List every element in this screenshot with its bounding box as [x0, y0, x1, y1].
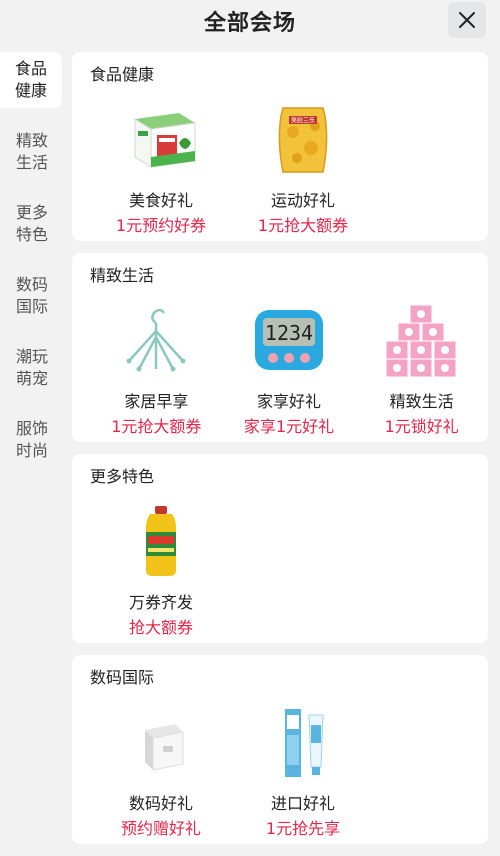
venue-name: 万券齐发 [128, 593, 193, 612]
venue-name: 进口好礼 [270, 794, 335, 813]
venue-list: 食品健康 美食好礼 1元预约好券 笑脸三乐 运动好礼 1元抢大额券 精致生活 家… [72, 52, 488, 856]
section-title: 食品健康 [90, 65, 155, 84]
venue-name: 家享好礼 [257, 392, 322, 411]
sidebar-item-label: 数码 [15, 275, 48, 294]
section-card-refined-life: 精致生活 家居早享 1元抢大额券 1234 家享好礼 家享1元好礼 精致生活 1… [72, 253, 488, 442]
venue-item[interactable]: 数码好礼 预约赠好礼 [90, 703, 232, 840]
venue-name: 家居早享 [124, 392, 189, 411]
sidebar-item-fashion[interactable]: 服饰 时尚 [0, 412, 64, 468]
section-card-food-health: 食品健康 美食好礼 1元预约好券 笑脸三乐 运动好礼 1元抢大额券 [72, 52, 488, 241]
venue-name: 数码好礼 [128, 794, 193, 813]
venue-item[interactable]: 进口好礼 1元抢先享 [232, 703, 374, 840]
venue-promo: 预约赠好礼 [120, 819, 201, 838]
sidebar-item-label: 更多 [15, 203, 48, 222]
section-title: 精致生活 [90, 266, 155, 285]
section-card-more-features: 更多特色 万券齐发 抢大额券 [72, 454, 488, 643]
venue-item[interactable]: 家居早享 1元抢大额券 [90, 301, 223, 438]
venue-promo: 抢大额券 [128, 618, 193, 637]
sidebar-item-food-health[interactable]: 食品 健康 [0, 52, 62, 108]
timer-display: 1234 [265, 321, 313, 345]
close-button[interactable] [448, 2, 486, 38]
sidebar-item-refined-life[interactable]: 精致 生活 [0, 124, 64, 180]
venue-item[interactable]: 万券齐发 抢大额券 [90, 502, 232, 639]
sidebar: 食品健康 精致生活 更多特色 数码国际 潮玩萌宠 服饰时尚 [0, 52, 64, 484]
header: 全部会场 [0, 0, 500, 42]
venue-promo: 1元抢大额券 [111, 417, 202, 436]
venue-name: 美食好礼 [128, 191, 193, 210]
section-title: 更多特色 [90, 467, 155, 486]
sidebar-item-digital-intl[interactable]: 数码 国际 [0, 268, 64, 324]
section-card-digital-intl: 数码国际 数码好礼 预约赠好礼 进口好礼 1元抢先享 [72, 655, 488, 844]
venue-promo: 家享1元好礼 [243, 417, 335, 436]
venue-item[interactable]: 美食好礼 1元预约好券 [90, 100, 232, 237]
sidebar-item-label: 潮玩 [15, 347, 48, 366]
close-icon [459, 12, 475, 28]
page-title: 全部会场 [203, 11, 296, 36]
power-adapter-icon [145, 724, 184, 771]
kitchen-timer-icon: 1234 [255, 310, 323, 370]
venue-item[interactable]: 笑脸三乐 运动好礼 1元抢大额券 [232, 100, 374, 237]
tissue-stack-icon [385, 304, 457, 378]
sidebar-item-label: 特色 [15, 225, 48, 244]
sidebar-item-more-features[interactable]: 更多 特色 [0, 196, 64, 252]
sidebar-item-label: 国际 [15, 297, 48, 316]
clothes-hanger-icon [126, 308, 186, 372]
sidebar-item-label: 健康 [14, 81, 47, 100]
sidebar-item-label: 食品 [14, 59, 47, 78]
venue-name: 精致生活 [389, 392, 454, 411]
snack-bag-icon: 笑脸三乐 [278, 107, 328, 173]
venue-item[interactable]: 1234 家享好礼 家享1元好礼 [223, 301, 356, 438]
venue-promo: 1元抢先享 [265, 819, 341, 838]
venue-item[interactable]: 精致生活 1元锁好礼 [355, 301, 488, 438]
oil-bottle-icon [146, 506, 176, 576]
sidebar-item-toys-pets[interactable]: 潮玩 萌宠 [0, 340, 64, 396]
snack-bag-label: 笑脸三乐 [291, 117, 315, 125]
sidebar-item-label: 生活 [15, 153, 48, 172]
venue-promo: 1元抢大额券 [257, 216, 349, 235]
sidebar-item-label: 萌宠 [15, 369, 48, 388]
venue-promo: 1元预约好券 [115, 216, 207, 235]
toothpaste-icon [285, 709, 324, 777]
sidebar-item-label: 服饰 [15, 419, 48, 438]
section-title: 数码国际 [90, 668, 155, 687]
venue-promo: 1元锁好礼 [384, 417, 459, 436]
tea-gift-box-icon [134, 113, 196, 168]
sidebar-item-label: 精致 [15, 131, 48, 150]
sidebar-item-label: 时尚 [15, 441, 48, 460]
venue-name: 运动好礼 [270, 191, 335, 210]
